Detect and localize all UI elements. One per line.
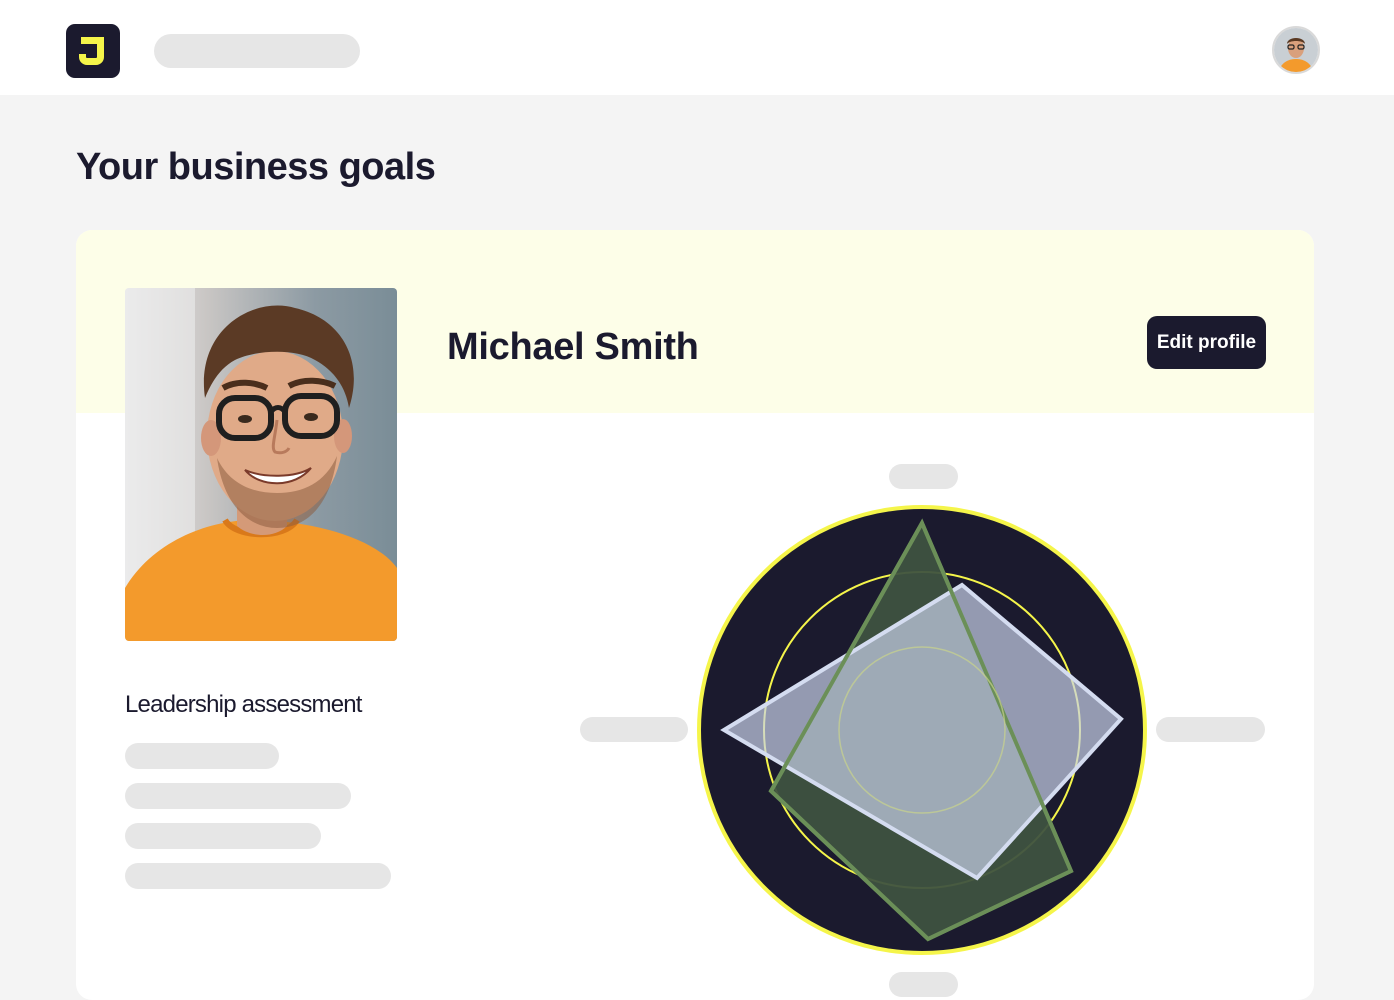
brand-logo-icon[interactable] (66, 24, 120, 78)
radar-chart (697, 505, 1147, 955)
search-placeholder[interactable] (154, 34, 360, 68)
page-title: Your business goals (76, 146, 436, 188)
user-avatar-icon[interactable] (1272, 26, 1320, 74)
profile-card: Michael Smith Edit profile Leadership as… (76, 230, 1314, 1000)
top-bar (0, 0, 1394, 95)
